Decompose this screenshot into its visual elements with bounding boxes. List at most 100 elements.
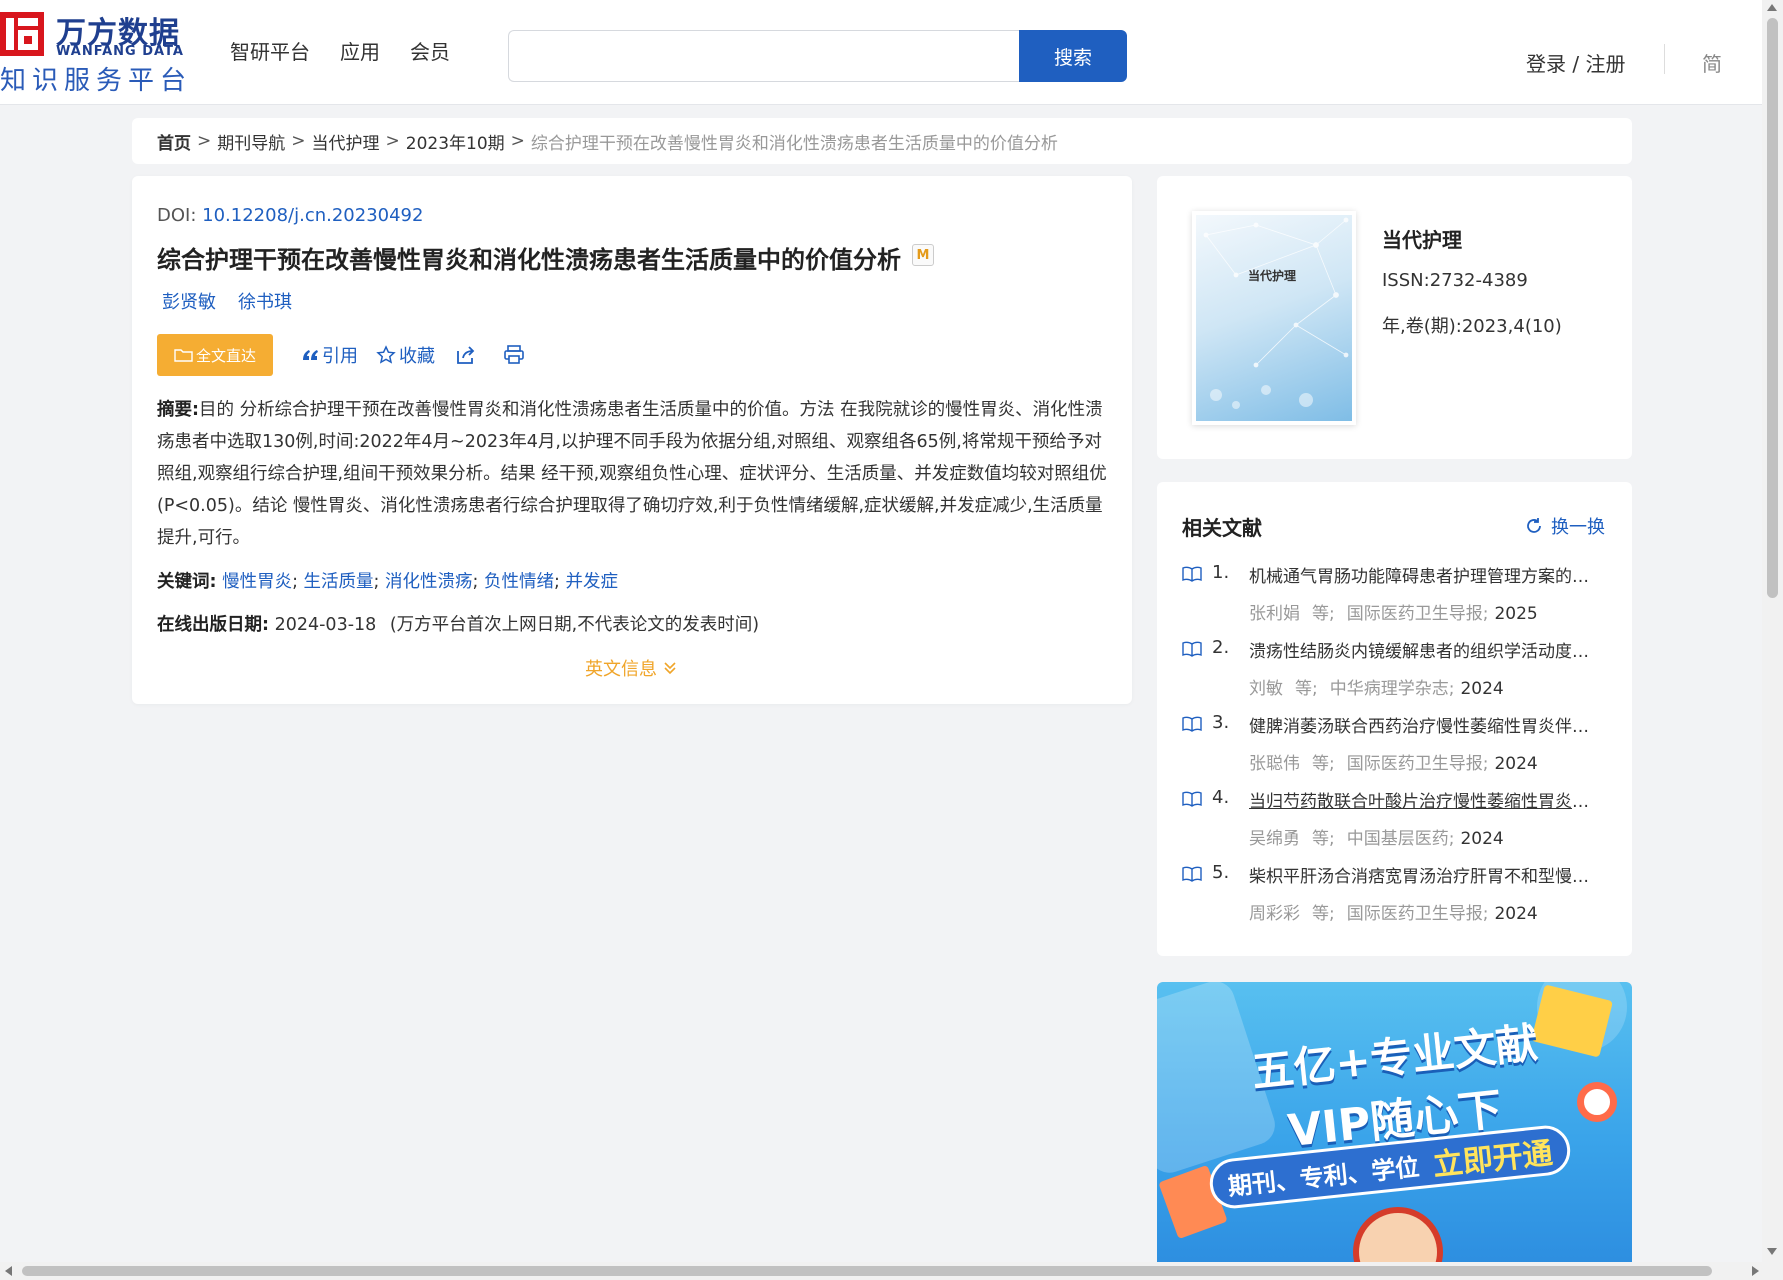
wanfang-logo-icon — [0, 12, 44, 56]
keyword-link[interactable]: 消化性溃疡 — [385, 572, 473, 592]
nav-zhiyan[interactable]: 智研平台 — [230, 36, 310, 65]
language-simplified[interactable]: 简 — [1702, 48, 1722, 77]
keyword-link[interactable]: 慢性胃炎 — [222, 572, 292, 592]
related-item-number: 4. — [1212, 787, 1230, 808]
horizontal-scrollbar[interactable] — [0, 1262, 1783, 1280]
related-item-title[interactable]: 机械通气胃肠功能障碍患者护理管理方案的构建及应用 — [1249, 562, 1604, 587]
nav-membership[interactable]: 会员 — [410, 36, 450, 65]
horizontal-scroll-thumb[interactable] — [22, 1266, 1712, 1276]
related-item-meta: 周彩彩 等; 国际医药卫生导报; 2024 — [1249, 899, 1538, 924]
author-link[interactable]: 徐书琪 — [238, 288, 292, 314]
related-item-source[interactable]: 中国基层医药; — [1347, 829, 1455, 849]
keyword-link[interactable]: 生活质量 — [304, 572, 374, 592]
keyword-link[interactable]: 并发症 — [565, 572, 618, 592]
breadcrumb-home[interactable]: 首页 — [157, 129, 191, 154]
related-item-author[interactable]: 张利娟 — [1249, 604, 1300, 624]
breadcrumb-issue[interactable]: 2023年10期 — [406, 129, 505, 154]
related-item-source[interactable]: 国际医药卫生导报; — [1347, 604, 1489, 624]
breadcrumb: 首页 > 期刊导航 > 当代护理 > 2023年10期 > 综合护理干预在改善慢… — [132, 118, 1632, 164]
mendeley-icon[interactable]: M — [912, 244, 934, 266]
keyword-link[interactable]: 负性情绪 — [484, 572, 554, 592]
scroll-left-arrow-icon[interactable] — [5, 1266, 12, 1276]
ad-open-now: 立即开通 — [1431, 1136, 1555, 1184]
main-nav: 智研平台 应用 会员 — [230, 36, 450, 65]
related-item-source[interactable]: 国际医药卫生导报; — [1347, 754, 1489, 774]
doi-line: DOI: 10.12208/j.cn.20230492 — [157, 205, 423, 226]
refresh-label: 换一换 — [1551, 517, 1605, 538]
share-icon — [457, 346, 475, 364]
breadcrumb-separator: > — [291, 131, 306, 151]
nav-apps[interactable]: 应用 — [340, 36, 380, 65]
related-item: 5. 柴枳平肝汤合消痞宽胃汤治疗肝胃不和型慢性胃炎 周彩彩 等; 国际医药卫生导报; 20… — [1182, 860, 1612, 935]
share-button[interactable] — [455, 345, 477, 365]
related-item-etal: 等; — [1312, 829, 1335, 849]
related-item-title[interactable]: 健脾消萎汤联合西药治疗慢性萎缩性胃炎伴肠化生 — [1249, 712, 1604, 737]
journal-card: 当代护理 当代护理 ISSN:2732-4389 年,卷(期):2023,4(1… — [1157, 176, 1632, 459]
related-item-source[interactable]: 中华病理学杂志; — [1330, 679, 1455, 699]
search-input[interactable] — [509, 31, 1020, 81]
wanfang-logo[interactable]: 万方数据 WANFANG DATA 知识服务平台 — [0, 8, 190, 96]
related-item-number: 2. — [1212, 637, 1230, 658]
related-item-author[interactable]: 张聪伟 — [1249, 754, 1300, 774]
print-button[interactable] — [503, 345, 525, 365]
related-item-year: 2024 — [1494, 904, 1538, 924]
book-open-icon — [1182, 866, 1202, 882]
related-item: 2. 溃疡性结肠炎内镜缓解患者的组织学活动度评估刘敏 等; 中华病理学杂志; 2024 — [1182, 635, 1612, 710]
refresh-button[interactable]: 换一换 — [1525, 513, 1605, 539]
related-item-etal: 等; — [1295, 679, 1318, 699]
login-register-link[interactable]: 登录 / 注册 — [1526, 48, 1625, 77]
printer-icon — [504, 345, 524, 364]
related-item-meta: 刘敏 等; 中华病理学杂志; 2024 — [1249, 674, 1504, 699]
keywords-label: 关键词: — [157, 572, 217, 592]
cite-label: 引用 — [322, 346, 358, 367]
book-open-icon — [1182, 566, 1202, 582]
author-link[interactable]: 彭贤敏 — [162, 288, 216, 314]
related-item-author[interactable]: 周彩彩 — [1249, 904, 1300, 924]
abstract-text: 目的 分析综合护理干预在改善慢性胃炎和消化性溃疡患者生活质量中的价值。方法 在我… — [157, 400, 1107, 548]
journal-name[interactable]: 当代护理 — [1382, 224, 1462, 253]
related-item: 3. 健脾消萎汤联合西药治疗慢性萎缩性胃炎伴肠化生 张聪伟 等; 国际医药卫生导报; 20… — [1182, 710, 1612, 785]
pubdate-value: 2024-03-18 — [274, 615, 377, 635]
related-item-number: 1. — [1212, 562, 1230, 583]
related-item: 1. 机械通气胃肠功能障碍患者护理管理方案的构建及应用张利娟等; 国际医药卫生导报;… — [1182, 560, 1612, 635]
book-open-icon — [1182, 716, 1202, 732]
related-list: 1. 机械通气胃肠功能障碍患者护理管理方案的构建及应用张利娟等; 国际医药卫生导报;… — [1182, 560, 1612, 935]
related-item-year: 2024 — [1460, 829, 1504, 849]
doi-label: DOI: — [157, 205, 197, 226]
breadcrumb-separator: > — [197, 131, 212, 151]
scroll-right-arrow-icon[interactable] — [1752, 1266, 1759, 1276]
favorite-button[interactable]: 收藏 — [376, 342, 435, 368]
vertical-scroll-thumb[interactable] — [1767, 18, 1778, 598]
doi-link[interactable]: 10.12208/j.cn.20230492 — [202, 205, 423, 226]
cover-title: 当代护理 — [1248, 269, 1297, 283]
fulltext-label: 全文直达 — [195, 346, 256, 365]
logo-en-text: WANFANG DATA — [56, 44, 184, 59]
related-title: 相关文献 — [1182, 516, 1262, 540]
breadcrumb-separator: > — [510, 131, 525, 151]
related-item-source[interactable]: 国际医药卫生导报; — [1347, 904, 1489, 924]
breadcrumb-journal-nav[interactable]: 期刊导航 — [217, 129, 285, 154]
english-info-toggle[interactable]: 英文信息 — [585, 655, 677, 681]
journal-cover[interactable]: 当代护理 — [1192, 211, 1356, 425]
scroll-up-arrow-icon[interactable] — [1767, 4, 1777, 11]
related-literature-card: 相关文献 换一换 1. 机械通气胃肠功能障碍患者护理管理方案的构建及应用张利娟等;… — [1157, 482, 1632, 956]
related-item-etal: 等; — [1312, 904, 1335, 924]
related-item-title[interactable]: 柴枳平肝汤合消痞宽胃汤治疗肝胃不和型慢性胃炎 — [1249, 862, 1604, 887]
cover-network-pattern — [1203, 217, 1349, 409]
scroll-down-arrow-icon[interactable] — [1767, 1248, 1777, 1255]
search-button[interactable]: 搜索 — [1019, 30, 1127, 82]
related-item-year: 2024 — [1460, 679, 1504, 699]
vip-ad-banner[interactable]: 五亿+专业文献 VIP随心下 期刊、专利、学位 立即开通 — [1157, 982, 1632, 1265]
cite-button[interactable]: 引用 — [301, 342, 358, 368]
related-item-author[interactable]: 刘敏 — [1249, 679, 1283, 699]
double-chevron-down-icon — [664, 662, 676, 675]
fulltext-button[interactable]: 全文直达 — [157, 334, 273, 376]
keywords: 关键词: 慢性胃炎; 生活质量; 消化性溃疡; 负性情绪; 并发症 — [157, 572, 618, 592]
related-item-title[interactable]: 溃疡性结肠炎内镜缓解患者的组织学活动度评估 — [1249, 637, 1604, 662]
related-item-author[interactable]: 吴绵勇 — [1249, 829, 1300, 849]
breadcrumb-journal[interactable]: 当代护理 — [312, 129, 380, 154]
pubdate-label: 在线出版日期: — [157, 615, 269, 635]
related-item-title[interactable]: 当归芍药散联合叶酸片治疗慢性萎缩性胃炎的疗效观察 — [1249, 787, 1604, 812]
journal-volume: 年,卷(期):2023,4(10) — [1382, 316, 1562, 337]
vertical-scrollbar[interactable] — [1762, 0, 1783, 1262]
